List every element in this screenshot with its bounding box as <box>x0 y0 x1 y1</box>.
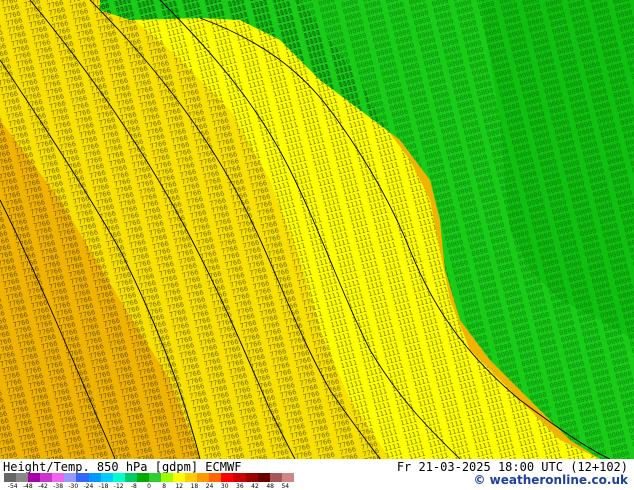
scale-swatch <box>40 473 53 482</box>
scale-label: 12 <box>175 483 184 490</box>
weather-map: 1111 0000 7766 <box>0 0 634 490</box>
scale-label: 36 <box>236 483 244 490</box>
color-scale-bar <box>4 473 294 482</box>
scale-label: 24 <box>205 483 214 490</box>
scale-label: 54 <box>281 483 290 490</box>
scale-swatch <box>28 473 41 482</box>
scale-swatch <box>100 473 113 482</box>
scale-swatch <box>136 473 149 482</box>
scale-label: -54 <box>7 483 18 490</box>
scale-label: 48 <box>266 483 274 490</box>
scale-label: 8 <box>162 483 167 490</box>
scale-label: -12 <box>113 483 124 490</box>
scale-label: -30 <box>68 483 79 490</box>
scale-swatch <box>64 473 77 482</box>
scale-swatch <box>269 473 282 482</box>
scale-label: -42 <box>38 483 48 490</box>
scale-swatch <box>233 473 246 482</box>
scale-swatch <box>88 473 101 482</box>
scale-swatch <box>148 473 162 482</box>
scale-swatch <box>52 473 65 482</box>
scale-swatch <box>4 473 17 482</box>
scale-swatch <box>173 473 186 482</box>
scale-swatch <box>112 473 125 482</box>
scale-swatch <box>209 473 222 482</box>
credit-link[interactable]: © weatheronline.co.uk <box>473 473 628 487</box>
scale-label: -38 <box>53 483 64 490</box>
map-title: Height/Temp. 850 hPa [gdpm] ECMWF <box>3 460 242 474</box>
scale-label: 0 <box>147 483 151 490</box>
map-canvas: 1111 0000 7766 <box>0 0 634 459</box>
color-scale-labels: -54 -48 -42 -38 -30 -24 -18 -12 -8 0 8 12 18 24 30 36 42… <box>4 483 294 490</box>
map-valid-time: Fr 21-03-2025 18:00 UTC (12+102) <box>396 460 628 474</box>
scale-swatch <box>197 473 210 482</box>
scale-swatch <box>185 473 198 482</box>
scale-label: 30 <box>220 483 229 490</box>
scale-swatch <box>76 473 89 482</box>
scale-swatch <box>281 473 294 482</box>
scale-swatch <box>257 473 270 482</box>
scale-swatch <box>16 473 29 482</box>
scale-label: 18 <box>190 483 199 490</box>
scale-label: -8 <box>130 483 137 490</box>
scale-label: 42 <box>251 483 259 490</box>
scale-label: -48 <box>22 483 33 490</box>
scale-label: -24 <box>83 483 94 490</box>
scale-swatch <box>221 473 234 482</box>
scale-swatch <box>161 473 174 482</box>
scale-swatch <box>124 473 137 482</box>
scale-label: -18 <box>98 483 109 490</box>
map-footer: Height/Temp. 850 hPa [gdpm] ECMWF Fr 21-… <box>0 459 634 490</box>
scale-swatch <box>245 473 258 482</box>
